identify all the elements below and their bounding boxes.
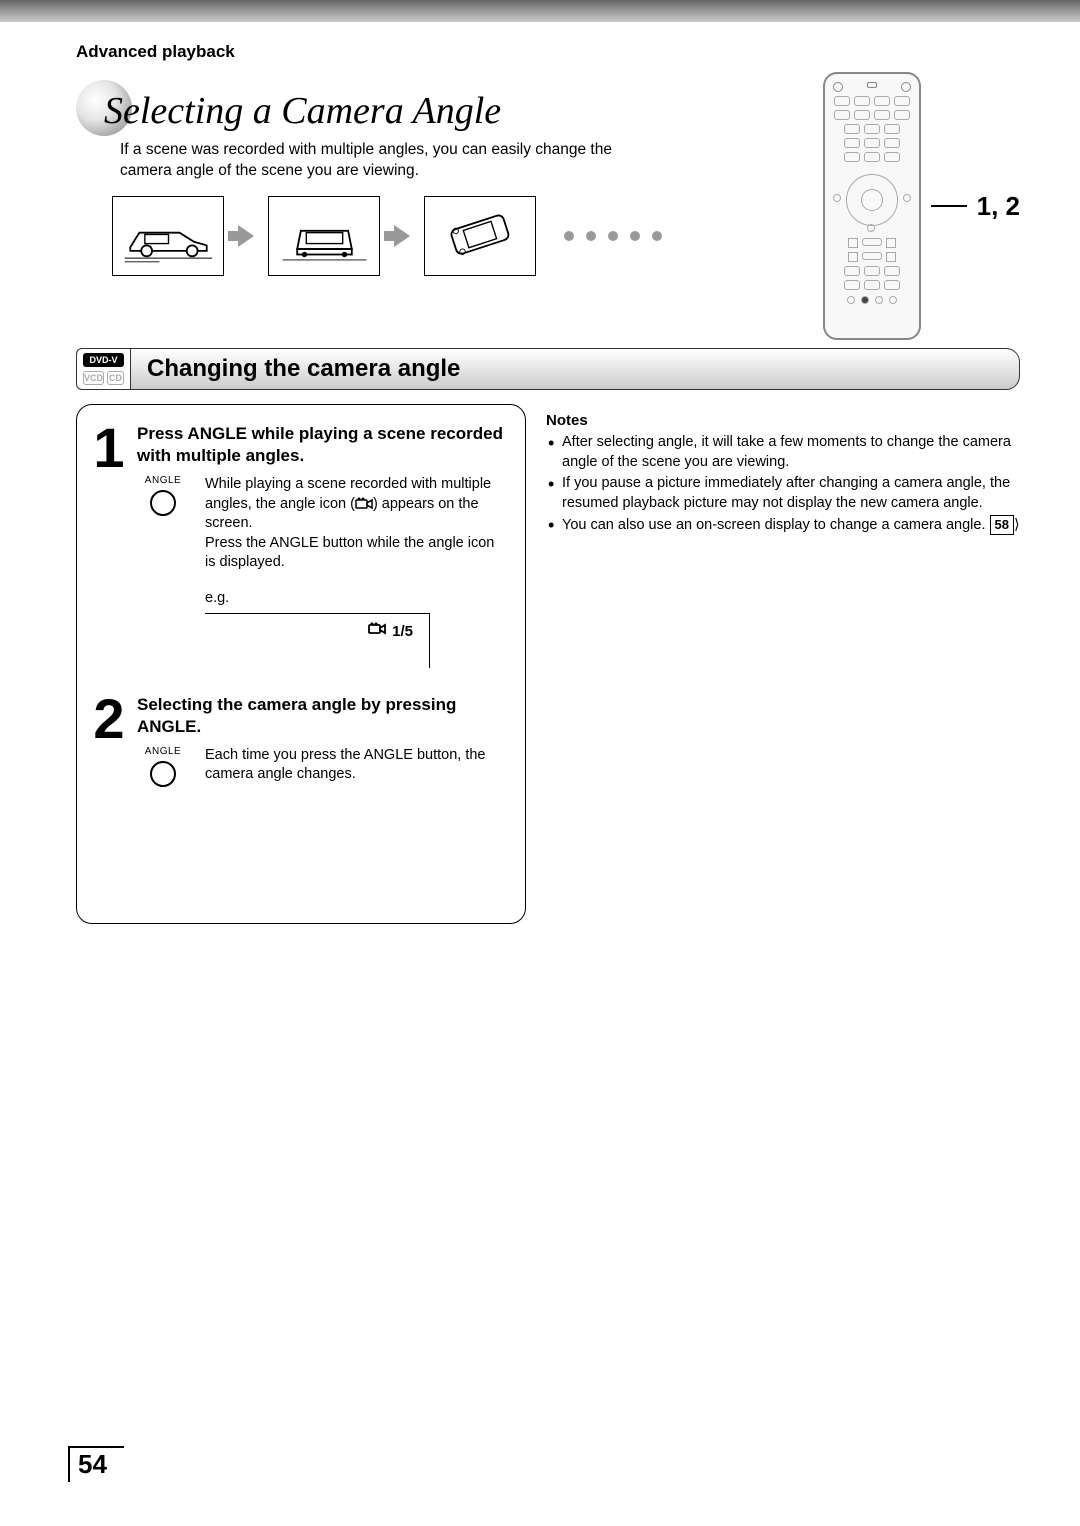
note-item: After selecting angle, it will take a fe… (546, 433, 1020, 472)
example-label: e.g. (205, 589, 505, 609)
tag-dvd-v: DVD-V (83, 353, 124, 367)
angle-button-label: ANGLE (145, 746, 181, 757)
arrow-icon (238, 225, 254, 247)
car-angle-front-icon (268, 196, 380, 276)
page-title: Selecting a Camera Angle (104, 83, 501, 133)
main-content: 1 Press ANGLE while playing a scene reco… (76, 404, 1020, 924)
camera-angle-icon (355, 497, 373, 511)
car-angle-top-icon (424, 196, 536, 276)
notes-list: After selecting angle, it will take a fe… (546, 433, 1020, 536)
notes-heading: Notes (546, 412, 1020, 429)
section-heading-bar: DVD-V VCD CD Changing the camera angle (76, 348, 1020, 390)
angle-button-label: ANGLE (145, 475, 181, 486)
disc-format-tags: DVD-V VCD CD (76, 348, 130, 390)
tag-vcd: VCD (83, 371, 104, 385)
angle-button-icon: ANGLE (137, 746, 189, 787)
step-number: 2 (91, 694, 127, 787)
ellipsis-dots-icon (564, 231, 662, 241)
page-reference: 58 (990, 515, 1014, 535)
section-label: Advanced playback (76, 42, 1020, 62)
step-1: 1 Press ANGLE while playing a scene reco… (91, 423, 505, 668)
intro-text: If a scene was recorded with multiple an… (120, 140, 640, 182)
step-number: 1 (91, 423, 127, 668)
car-angle-side-icon (112, 196, 224, 276)
note-item: If you pause a picture immediately after… (546, 474, 1020, 513)
remote-step-numbers: 1, 2 (977, 191, 1020, 222)
angle-illustration-row (112, 196, 823, 276)
step-title: Press ANGLE while playing a scene record… (137, 423, 505, 467)
remote-callout: 1, 2 (823, 72, 1020, 340)
section-heading: Changing the camera angle (130, 348, 1020, 390)
reference-arrow-icon: ⟩ (1014, 517, 1020, 533)
camera-angle-icon (368, 622, 386, 636)
step-title: Selecting the camera angle by pressing A… (137, 694, 505, 738)
notes-column: Notes After selecting angle, it will tak… (546, 404, 1020, 538)
steps-box: 1 Press ANGLE while playing a scene reco… (76, 404, 526, 924)
example-display: 1/5 (205, 613, 430, 668)
page-content: Advanced playback Selecting a Camera Ang… (0, 22, 1080, 924)
top-gradient (0, 0, 1080, 22)
callout-line-icon (931, 205, 967, 207)
page-number: 54 (68, 1447, 115, 1482)
remote-control-icon (823, 72, 921, 340)
step-text: Each time you press the ANGLE button, th… (205, 746, 505, 787)
step-text: While playing a scene recorded with mult… (205, 475, 505, 667)
title-row: Selecting a Camera Angle If a scene was … (76, 80, 1020, 340)
step-2: 2 Selecting the camera angle by pressing… (91, 694, 505, 787)
note-item: You can also use an on-screen display to… (546, 515, 1020, 536)
example-value: 1/5 (392, 622, 413, 642)
tag-cd: CD (107, 371, 124, 385)
arrow-icon (394, 225, 410, 247)
angle-button-icon: ANGLE (137, 475, 189, 667)
